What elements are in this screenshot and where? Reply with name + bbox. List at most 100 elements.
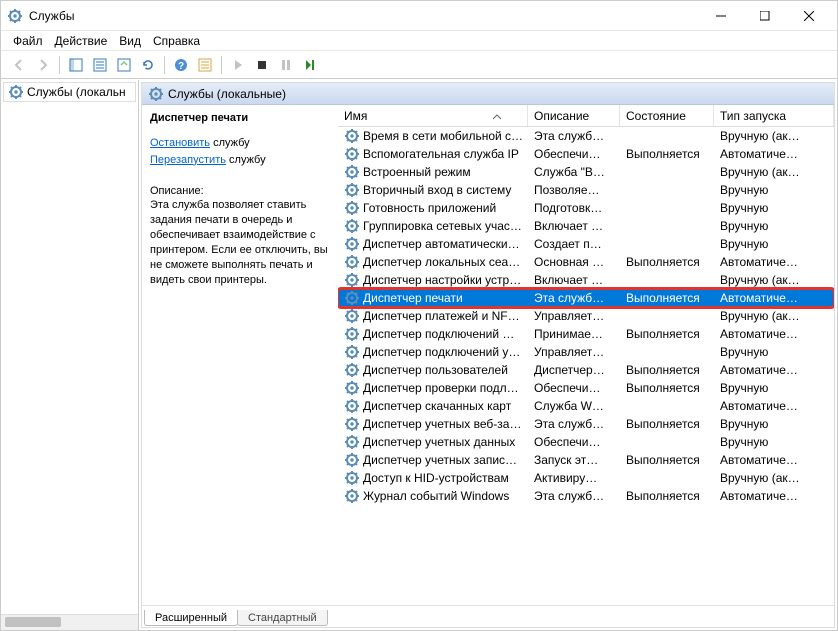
back-button[interactable]	[8, 54, 30, 76]
service-state: Выполняется	[620, 291, 714, 305]
service-name: Диспетчер учетных веб-за…	[363, 417, 521, 431]
col-state[interactable]: Состояние	[620, 105, 714, 126]
stop-link[interactable]: Остановить	[150, 137, 210, 149]
table-row[interactable]: Диспетчер подключений у…Управляет…Вручну…	[338, 343, 834, 361]
table-row[interactable]: Встроенный режимСлужба "В…Вручную (ак…	[338, 163, 834, 181]
show-hide-button[interactable]	[65, 54, 87, 76]
service-icon	[344, 416, 360, 432]
restart-link[interactable]: Перезапустить	[150, 154, 226, 166]
restart-button[interactable]	[299, 54, 321, 76]
table-row[interactable]: Диспетчер платежей и NF…Управляет…Вручну…	[338, 307, 834, 325]
stop-button[interactable]	[251, 54, 273, 76]
tab-extended[interactable]: Расширенный	[144, 610, 238, 626]
service-icon	[344, 488, 360, 504]
services-list: Имя Описание Состояние Тип запуска Время…	[338, 105, 834, 605]
svg-text:?: ?	[178, 61, 184, 72]
service-name: Встроенный режим	[363, 165, 471, 179]
tab-standard[interactable]: Стандартный	[237, 610, 328, 626]
panel-title: Службы (локальные)	[142, 83, 834, 105]
service-name: Группировка сетевых учас…	[363, 219, 522, 233]
bottom-tabs: Расширенный Стандартный	[142, 605, 834, 627]
menu-view[interactable]: Вид	[113, 32, 147, 50]
tree-root-item[interactable]: Службы (локальн	[3, 82, 136, 102]
service-startup: Вручную (ак…	[714, 471, 834, 485]
table-row[interactable]: Журнал событий WindowsЭта служб…Выполняе…	[338, 487, 834, 505]
service-startup: Вручную	[714, 345, 834, 359]
service-startup: Автоматиче…	[714, 147, 834, 161]
table-row[interactable]: Диспетчер учетных запис…Запуск эт…Выполн…	[338, 451, 834, 469]
table-row[interactable]: Вспомогательная служба IPОбеспечи…Выполн…	[338, 145, 834, 163]
table-row[interactable]: Диспетчер настройки устр…Включает …Вручн…	[338, 271, 834, 289]
service-startup: Вручную (ак…	[714, 309, 834, 323]
table-row[interactable]: Диспетчер автоматически…Создает п…Вручну…	[338, 235, 834, 253]
service-startup: Вручную	[714, 219, 834, 233]
service-name: Журнал событий Windows	[363, 489, 509, 503]
service-icon	[344, 146, 360, 162]
table-row[interactable]: Группировка сетевых учас…Включает …Вручн…	[338, 217, 834, 235]
service-desc: Эта служб…	[528, 417, 620, 431]
col-name[interactable]: Имя	[338, 105, 528, 126]
service-state: Выполняется	[620, 327, 714, 341]
service-name: Диспетчер учетных данных	[363, 435, 515, 449]
description-label: Описание:	[150, 184, 330, 199]
service-startup: Вручную (ак…	[714, 129, 834, 143]
service-desc: Обеспечи…	[528, 147, 620, 161]
toolbar: ?	[1, 51, 837, 79]
forward-button[interactable]	[32, 54, 54, 76]
service-icon	[344, 344, 360, 360]
properties-button[interactable]	[89, 54, 111, 76]
service-state: Выполняется	[620, 381, 714, 395]
minimize-button[interactable]	[699, 2, 743, 30]
close-button[interactable]	[787, 2, 831, 30]
pause-button[interactable]	[275, 54, 297, 76]
service-icon	[344, 380, 360, 396]
col-desc[interactable]: Описание	[528, 105, 620, 126]
table-row[interactable]: Доступ к HID-устройствамАктивиру…Вручную…	[338, 469, 834, 487]
table-row[interactable]: Диспетчер учетных данныхОбеспечи…Вручную	[338, 433, 834, 451]
tree-root-label: Службы (локальн	[27, 85, 126, 99]
maximize-button[interactable]	[743, 2, 787, 30]
service-startup: Автоматиче…	[714, 291, 834, 305]
service-info-pane: Диспетчер печати Остановить службу Перез…	[142, 105, 338, 605]
service-state: Выполняется	[620, 417, 714, 431]
service-name: Диспетчер учетных запис…	[363, 453, 517, 467]
service-desc: Включает …	[528, 273, 620, 287]
selected-service-name: Диспетчер печати	[150, 111, 330, 126]
service-icon	[344, 236, 360, 252]
table-row[interactable]: Диспетчер учетных веб-за… Эта служб…Выпол…	[338, 415, 834, 433]
table-row[interactable]: Диспетчер скачанных картСлужба W…Автомат…	[338, 397, 834, 415]
list-button[interactable]	[194, 54, 216, 76]
refresh-button[interactable]	[137, 54, 159, 76]
panel-title-label: Службы (локальные)	[168, 87, 286, 101]
service-icon	[344, 182, 360, 198]
menubar: Файл Действие Вид Справка	[1, 31, 837, 51]
table-row[interactable]: Готовность приложенийПодготовк…Вручную	[338, 199, 834, 217]
table-row[interactable]: Диспетчер подключений …Принимае…Выполняе…	[338, 325, 834, 343]
service-icon	[344, 254, 360, 270]
service-name: Диспетчер печати	[363, 291, 463, 305]
titlebar: Службы	[1, 1, 837, 31]
table-row[interactable]: Вторичный вход в системуПозволяе…Вручную	[338, 181, 834, 199]
table-row[interactable]: Время в сети мобильной с…Эта служб…Вручн…	[338, 127, 834, 145]
table-row[interactable]: Диспетчер проверки подл…Обеспечи…Выполня…	[338, 379, 834, 397]
service-state: Выполняется	[620, 363, 714, 377]
list-header: Имя Описание Состояние Тип запуска	[338, 105, 834, 127]
service-startup: Вручную	[714, 381, 834, 395]
help-button[interactable]: ?	[170, 54, 192, 76]
menu-action[interactable]: Действие	[49, 32, 114, 50]
service-startup: Вручную (ак…	[714, 165, 834, 179]
start-button[interactable]	[227, 54, 249, 76]
service-icon	[344, 290, 360, 306]
service-state: Выполняется	[620, 147, 714, 161]
tree-scrollbar[interactable]	[1, 614, 138, 630]
menu-file[interactable]: Файл	[7, 32, 49, 50]
service-startup: Автоматиче…	[714, 453, 834, 467]
col-startup[interactable]: Тип запуска	[714, 105, 834, 126]
table-row[interactable]: Диспетчер локальных сеа…Основная …Выполн…	[338, 253, 834, 271]
service-state: Выполняется	[620, 255, 714, 269]
menu-help[interactable]: Справка	[147, 32, 206, 50]
export-button[interactable]	[113, 54, 135, 76]
table-row[interactable]: Диспетчер пользователейДиспетчер…Выполня…	[338, 361, 834, 379]
table-row[interactable]: Диспетчер печатиЭта служб…ВыполняетсяАвт…	[338, 289, 834, 307]
service-desc: Эта служб…	[528, 129, 620, 143]
